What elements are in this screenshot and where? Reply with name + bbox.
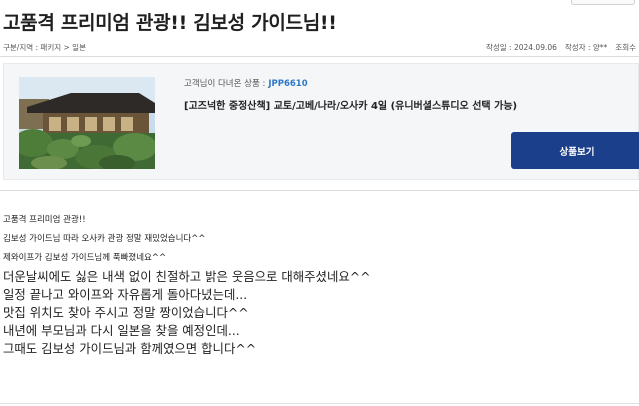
post-content: 고품격 프리미엄 관광!! 김보성 가이드님 따라 오사카 관광 정말 재밌었습…	[3, 211, 371, 358]
post-author: 작성자 : 양**	[564, 43, 608, 52]
product-caption: 고객님이 다녀온 상품 : JPP6610	[184, 77, 308, 89]
product-name: [고즈넉한 중정산책] 교토/고베/나라/오사카 4일 (유니버셜스튜디오 선택…	[184, 101, 518, 112]
content-line: 제와이프가 김보성 가이드님께 푹빠졌네요^^	[3, 253, 167, 263]
footer-divider	[0, 403, 639, 404]
content-line: 일정 끝나고 와이프와 자유롭게 돌아다녔는데...	[3, 287, 248, 302]
japanese-garden-photo-icon	[19, 77, 155, 169]
content-line: 김보성 가이드님 따라 오사카 관광 정말 재밌었습니다^^	[3, 234, 206, 244]
top-edge-element	[571, 0, 635, 5]
header-divider	[0, 56, 639, 57]
view-product-button[interactable]: 상품보기	[511, 132, 639, 169]
content-line: 맛집 위치도 찾아 주시고 정말 짱이었습니다^^	[3, 305, 249, 320]
product-code: JPP6610	[268, 79, 308, 89]
page-title: 고품격 프리미엄 관광!! 김보성 가이드님!!	[3, 12, 337, 34]
post-views: 조회수	[615, 43, 636, 52]
content-divider	[0, 190, 639, 191]
breadcrumb: 구분/지역 : 패키지 > 일본	[3, 43, 86, 52]
content-line: 그때도 김보성 가이드님과 함께였으면 합니다^^	[3, 341, 257, 356]
post-date: 작성일 : 2024.09.06	[485, 43, 557, 52]
content-line: 내년에 부모님과 다시 일본을 찾을 예정인데...	[3, 323, 240, 338]
post-meta: 작성일 : 2024.09.06 작성자 : 양** 조회수	[486, 42, 636, 53]
content-line: 고품격 프리미엄 관광!!	[3, 215, 86, 225]
product-card: 고객님이 다녀온 상품 : JPP6610 [고즈넉한 중정산책] 교토/고베/나…	[3, 63, 639, 180]
content-line: 더운날씨에도 싫은 내색 없이 친절하고 밝은 웃음으로 대해주셨네요^^	[3, 269, 371, 284]
product-caption-label: 고객님이 다녀온 상품 :	[184, 79, 266, 89]
